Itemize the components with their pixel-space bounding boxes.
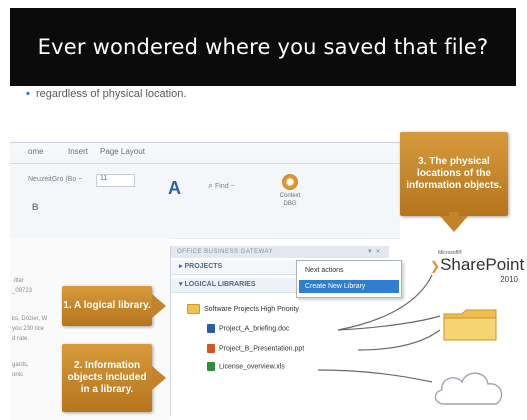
blurb-text: regardless of physical location. [36, 88, 187, 100]
slide-blurb: • regardless of physical location. [26, 86, 516, 102]
file-item[interactable]: License_overview.xls [207, 362, 285, 371]
callout-physical-locations: 3. The physical locations of the informa… [400, 132, 508, 216]
file-name: Project_A_briefing.doc [219, 325, 290, 333]
doc-line: onic [12, 372, 24, 378]
ribbon-body: NeuzeitGro (Bo ~ 11 B A ⌕ Find ~ Context… [10, 163, 400, 238]
file-item[interactable]: Project_B_Presentation.ppt [207, 344, 304, 353]
sharepoint-swirl-icon: ❯ [430, 259, 441, 273]
tab-home[interactable]: ome [28, 147, 44, 156]
file-name: Project_B_Presentation.ppt [219, 345, 305, 353]
xls-doc-icon [207, 362, 215, 371]
library-name: Software Projects High Priority [204, 305, 299, 313]
slide-title: Ever wondered where you saved that file? [10, 8, 516, 86]
ppt-doc-icon [207, 344, 215, 353]
callout-arrow-icon [440, 216, 468, 232]
word-doc-icon [207, 324, 215, 333]
doc-line: itter [14, 278, 25, 284]
doc-line: ks, Dozier, W [12, 316, 48, 322]
doc-line: gards, [12, 362, 29, 368]
file-item[interactable]: Project_A_briefing.doc [207, 324, 289, 333]
sharepoint-word: ❯SharePoint [430, 256, 526, 275]
dbg-label-1: Context [279, 193, 301, 199]
sharepoint-logo: Microsoft® ❯SharePoint 2010 [430, 250, 526, 284]
folder-icon [187, 304, 200, 314]
callout-arrow-icon [152, 366, 166, 390]
font-size-select[interactable]: 11 [96, 174, 135, 187]
doc-line: _09723 [12, 288, 33, 294]
doc-line: d rate. [12, 336, 30, 342]
dbg-icon [282, 174, 298, 190]
binoculars-icon: ⌕ [208, 180, 214, 190]
slide: Ever wondered where you saved that file?… [0, 0, 527, 420]
callout-logical-library: 1. A logical library. [62, 286, 152, 326]
bullet-icon: • [26, 88, 30, 100]
context-menu: Next actions Create New Library [296, 260, 402, 298]
panel-title: OFFICE BUSINESS GATEWAY [177, 249, 274, 255]
panel-controls[interactable]: ▼ ✕ [367, 246, 381, 258]
font-size-icon[interactable]: A [168, 178, 181, 199]
ribbon-tabs: ome Insert Page Layout [10, 143, 400, 163]
context-dbg-button[interactable]: Context DBG [272, 174, 308, 208]
callout-information-objects: 2. Information objects included in a lib… [62, 344, 152, 412]
bold-button[interactable]: B [32, 202, 39, 212]
sharepoint-name: SharePoint [440, 255, 525, 274]
menu-item-next-actions[interactable]: Next actions [297, 265, 409, 277]
find-button[interactable]: ⌕ Find ~ [208, 180, 235, 191]
doc-line: you 230 lice [12, 326, 45, 332]
folder-icon [443, 309, 497, 341]
dbg-label-2: DBG [283, 201, 297, 207]
font-name-select[interactable]: NeuzeitGro (Bo ~ [28, 176, 82, 183]
projects-label: PROJECTS [184, 263, 223, 270]
menu-item-create-new-library[interactable]: Create New Library [299, 280, 399, 293]
library-item[interactable]: Software Projects High Priority [187, 304, 299, 314]
tab-insert[interactable]: Insert [68, 147, 88, 156]
panel-header: OFFICE BUSINESS GATEWAY ▼ ✕ [171, 246, 389, 258]
tab-page-layout[interactable]: Page Layout [100, 147, 145, 156]
libraries-label: LOGICAL LIBRARIES [184, 281, 256, 288]
office-ribbon: ome Insert Page Layout NeuzeitGro (Bo ~ … [10, 142, 400, 239]
cloud-icon [434, 372, 503, 405]
callout-arrow-icon [152, 294, 166, 318]
file-name: License_overview.xls [219, 363, 285, 371]
sharepoint-year: 2010 [500, 275, 518, 284]
find-label: Find ~ [215, 183, 235, 190]
